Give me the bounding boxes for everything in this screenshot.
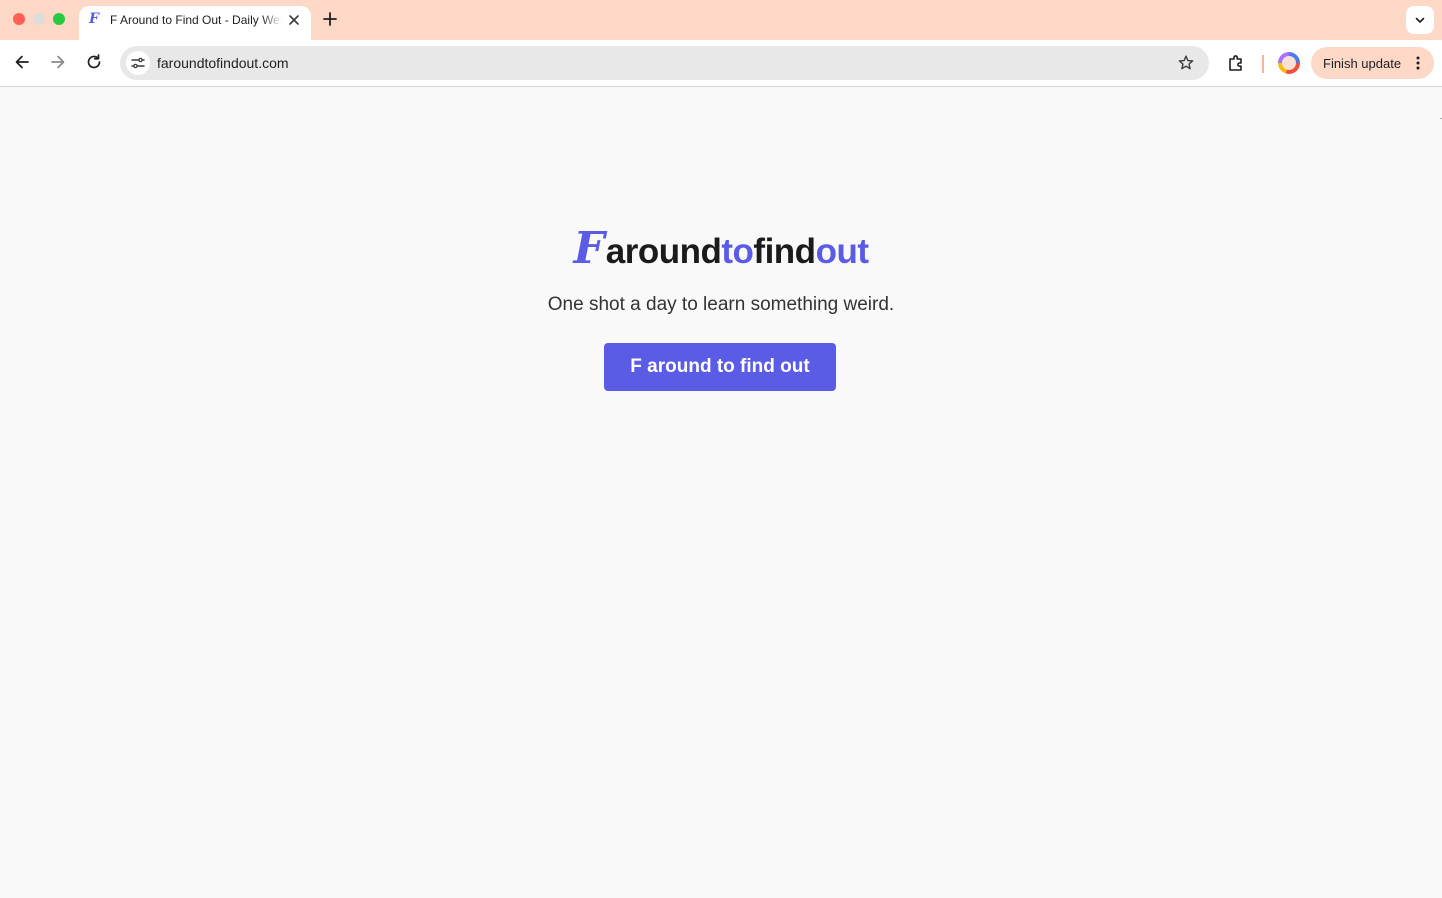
active-tab[interactable]: F F Around to Find Out - Daily Weird Fac… (79, 6, 311, 40)
logo-part-around: around (605, 232, 722, 271)
site-info-button[interactable] (126, 51, 150, 75)
reload-icon[interactable] (84, 52, 104, 72)
arrow-right-icon[interactable] (48, 52, 68, 72)
puzzle-icon[interactable] (1226, 53, 1246, 73)
tagline: One shot a day to learn something weird. (547, 294, 895, 315)
logo-glyph: F (573, 223, 605, 274)
find-out-button[interactable]: F around to find out (604, 343, 836, 391)
close-icon[interactable] (287, 13, 301, 27)
arrow-left-icon[interactable] (12, 52, 32, 72)
avatar (1282, 56, 1296, 70)
kebab-icon[interactable] (1410, 55, 1426, 71)
finish-update-label: Finish update (1323, 56, 1402, 71)
window-maximize-button[interactable] (53, 13, 65, 25)
profile-avatar[interactable] (1278, 52, 1300, 74)
tab-favicon-icon: F (89, 11, 99, 27)
chevron-down-icon (1415, 17, 1425, 23)
logo-part-out: out (815, 232, 869, 271)
window-close-button[interactable] (13, 13, 25, 25)
tab-search-button[interactable] (1406, 6, 1434, 34)
logo-part-find: find (753, 232, 816, 271)
tab-strip: F F Around to Find Out - Daily Weird Fac… (0, 0, 1442, 40)
plus-icon[interactable] (320, 9, 340, 29)
toolbar-divider (1262, 55, 1264, 73)
tune-icon (131, 57, 145, 69)
site-logo: Faroundtofindout (0, 223, 1442, 274)
logo-part-to: to (721, 232, 754, 271)
address-bar[interactable]: faroundtofindout.com (120, 46, 1209, 80)
window-minimize-button[interactable] (33, 13, 45, 25)
url-text[interactable]: faroundtofindout.com (157, 55, 289, 71)
tab-title: F Around to Find Out - Daily Weird Facts (110, 13, 282, 27)
finish-update-button[interactable]: Finish update (1311, 47, 1434, 79)
page-content: Faroundtofindout One shot a day to learn… (0, 88, 1442, 898)
browser-toolbar: faroundtofindout.com Finish update (0, 40, 1442, 87)
star-icon[interactable] (1177, 54, 1195, 72)
